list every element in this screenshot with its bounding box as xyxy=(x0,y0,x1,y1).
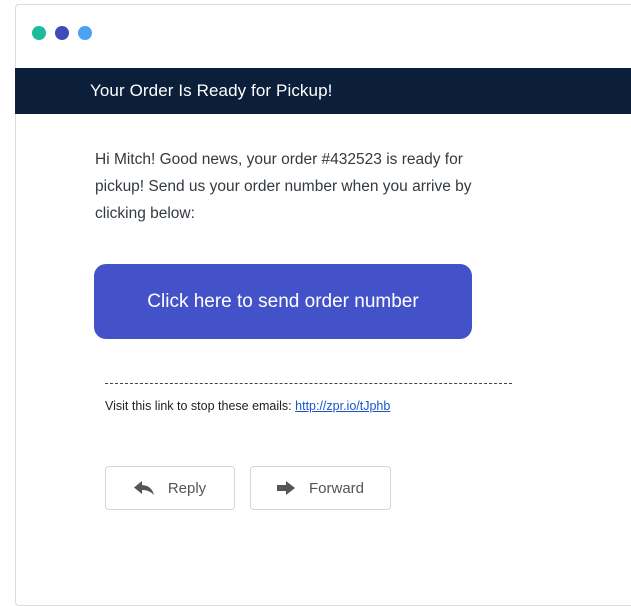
unsubscribe-link[interactable]: http://zpr.io/tJphb xyxy=(295,399,390,413)
forward-label: Forward xyxy=(308,479,364,497)
unsubscribe-line: Visit this link to stop these emails: ht… xyxy=(105,399,390,413)
reply-arrow-icon xyxy=(133,481,154,495)
window-dot-blue[interactable] xyxy=(78,26,92,40)
reply-button[interactable]: Reply xyxy=(105,466,235,510)
forward-button[interactable]: Forward xyxy=(250,466,391,510)
window-dot-indigo[interactable] xyxy=(55,26,69,40)
email-banner: Your Order Is Ready for Pickup! xyxy=(15,68,631,114)
email-subject-title: Your Order Is Ready for Pickup! xyxy=(90,81,333,100)
email-divider xyxy=(105,383,512,384)
reply-label: Reply xyxy=(167,479,207,497)
window-dot-green[interactable] xyxy=(32,26,46,40)
forward-arrow-icon xyxy=(276,481,295,495)
email-body-text: Hi Mitch! Good news, your order #432523 … xyxy=(95,151,472,222)
window-controls xyxy=(32,26,92,40)
send-order-number-button[interactable]: Click here to send order number xyxy=(94,264,472,339)
unsubscribe-text: Visit this link to stop these emails: xyxy=(105,399,296,413)
